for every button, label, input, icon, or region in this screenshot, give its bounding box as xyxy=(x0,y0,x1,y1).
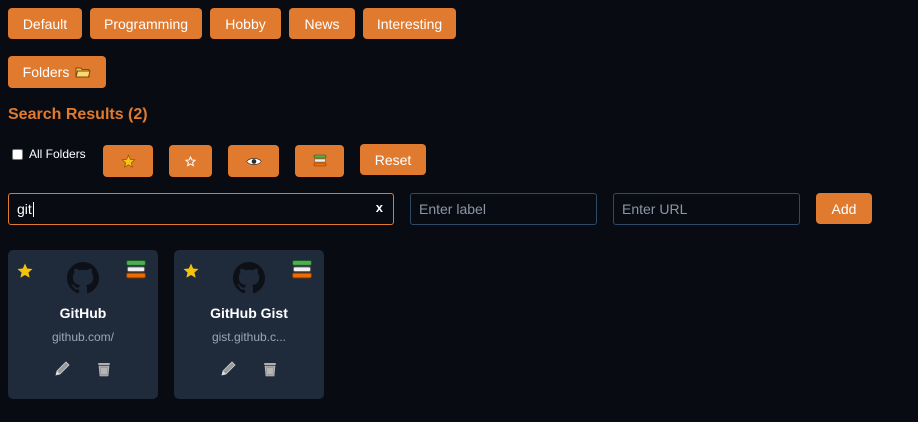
github-icon xyxy=(67,262,99,294)
pencil-icon[interactable] xyxy=(219,360,237,378)
pencil-icon[interactable] xyxy=(53,360,71,378)
text-caret xyxy=(32,201,34,217)
all-folders-checkbox[interactable] xyxy=(12,148,23,160)
all-folders-label: All Folders xyxy=(29,147,86,161)
all-folders-toggle[interactable]: All Folders xyxy=(12,147,86,161)
filter-unstarred-button[interactable] xyxy=(169,145,212,177)
books-icon xyxy=(126,260,146,279)
filter-starred-button[interactable] xyxy=(103,145,153,177)
star-filled-icon[interactable] xyxy=(16,262,34,280)
folders-button[interactable]: Folders xyxy=(8,56,106,88)
star-filled-icon[interactable] xyxy=(182,262,200,280)
filter-visible-button[interactable] xyxy=(228,145,279,177)
search-input[interactable]: git x xyxy=(8,193,394,225)
bookmark-name: GitHub Gist xyxy=(210,305,288,321)
bookmark-card[interactable]: GitHub Gist gist.github.c... xyxy=(174,250,324,399)
star-outline-icon xyxy=(185,155,196,167)
trash-icon[interactable] xyxy=(95,360,113,378)
folder-icon xyxy=(75,67,91,78)
folders-label: Folders xyxy=(22,64,70,80)
folder-tab-hobby[interactable]: Hobby xyxy=(210,8,281,39)
label-placeholder: Enter label xyxy=(419,201,486,217)
bookmark-url[interactable]: gist.github.c... xyxy=(174,330,324,344)
bookmark-card[interactable]: GitHub github.com/ xyxy=(8,250,158,399)
folder-tab-default[interactable]: Default xyxy=(8,8,82,39)
search-results-title: Search Results (2) xyxy=(8,106,148,123)
clear-search-button[interactable]: x xyxy=(376,200,383,215)
reset-button[interactable]: Reset xyxy=(360,144,426,175)
folder-tab-programming[interactable]: Programming xyxy=(90,8,202,39)
label-input[interactable]: Enter label xyxy=(410,193,597,225)
bookmark-url[interactable]: github.com/ xyxy=(8,330,158,344)
url-input[interactable]: Enter URL xyxy=(613,193,800,225)
trash-icon[interactable] xyxy=(261,360,279,378)
search-query: git xyxy=(17,201,32,217)
filter-folders-button[interactable] xyxy=(295,145,344,177)
github-icon xyxy=(233,262,265,294)
folder-tab-interesting[interactable]: Interesting xyxy=(363,8,456,39)
star-filled-icon xyxy=(120,153,136,168)
books-icon xyxy=(292,260,312,279)
folder-tab-news[interactable]: News xyxy=(289,8,355,39)
bookmark-name: GitHub xyxy=(59,305,107,321)
books-icon xyxy=(313,154,326,167)
url-placeholder: Enter URL xyxy=(622,201,688,217)
add-button[interactable]: Add xyxy=(816,193,872,224)
eye-icon xyxy=(245,157,262,165)
